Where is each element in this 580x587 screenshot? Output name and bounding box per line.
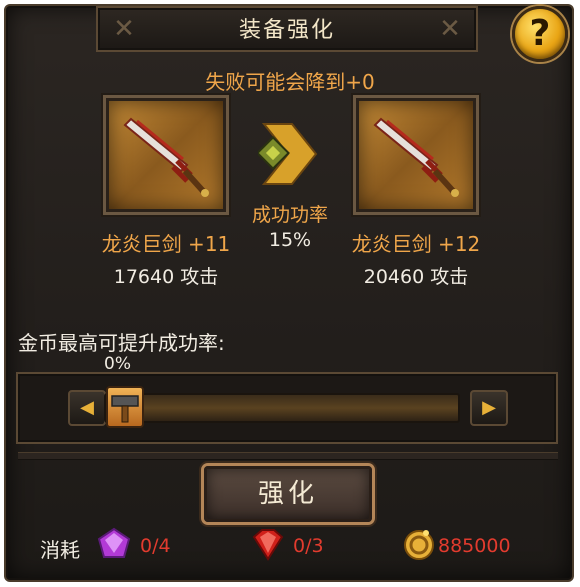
success-rate-label: 成功功率 [251, 204, 328, 226]
page-title: 装备强化 [238, 18, 335, 43]
cost-label: 消耗 [40, 538, 80, 562]
help-button[interactable]: ? [512, 6, 568, 62]
red-gem-cost: 0/3 [293, 535, 324, 557]
upgrade-arrow-icon [258, 123, 318, 185]
slider-increase-button[interactable]: ▶ [470, 390, 508, 426]
purple-gem-icon [97, 527, 131, 558]
current-item-power: 17640 攻击 [113, 266, 219, 288]
next-item-slot[interactable] [356, 98, 476, 212]
slider-decrease-button[interactable]: ◀ [68, 390, 106, 426]
purple-gem-cost: 0/4 [140, 535, 171, 557]
slider-handle[interactable] [106, 386, 144, 428]
next-item-name: 龙炎巨剑 +12 [351, 232, 481, 256]
title-bar: ✕ ✕ 装备强化 [96, 6, 478, 52]
red-gem-icon [252, 529, 284, 561]
divider [18, 452, 558, 460]
gold-cost: 885000 [438, 535, 511, 557]
gold-boost-label: 金币最高可提升成功率: [18, 331, 225, 355]
enhance-button[interactable]: 强化 [204, 466, 372, 522]
next-item-power: 20460 攻击 [363, 266, 469, 288]
gold-boost-slider[interactable] [104, 393, 460, 423]
question-mark-icon: ? [529, 13, 551, 54]
gold-boost-percent: 0% [104, 354, 131, 374]
failure-warning: 失败可能会降到+0 [205, 70, 375, 94]
gold-coin-icon [404, 530, 434, 560]
current-item-slot[interactable] [106, 98, 226, 212]
sword-icon [123, 117, 209, 197]
hammer-icon [111, 395, 139, 423]
sword-icon [373, 117, 459, 197]
